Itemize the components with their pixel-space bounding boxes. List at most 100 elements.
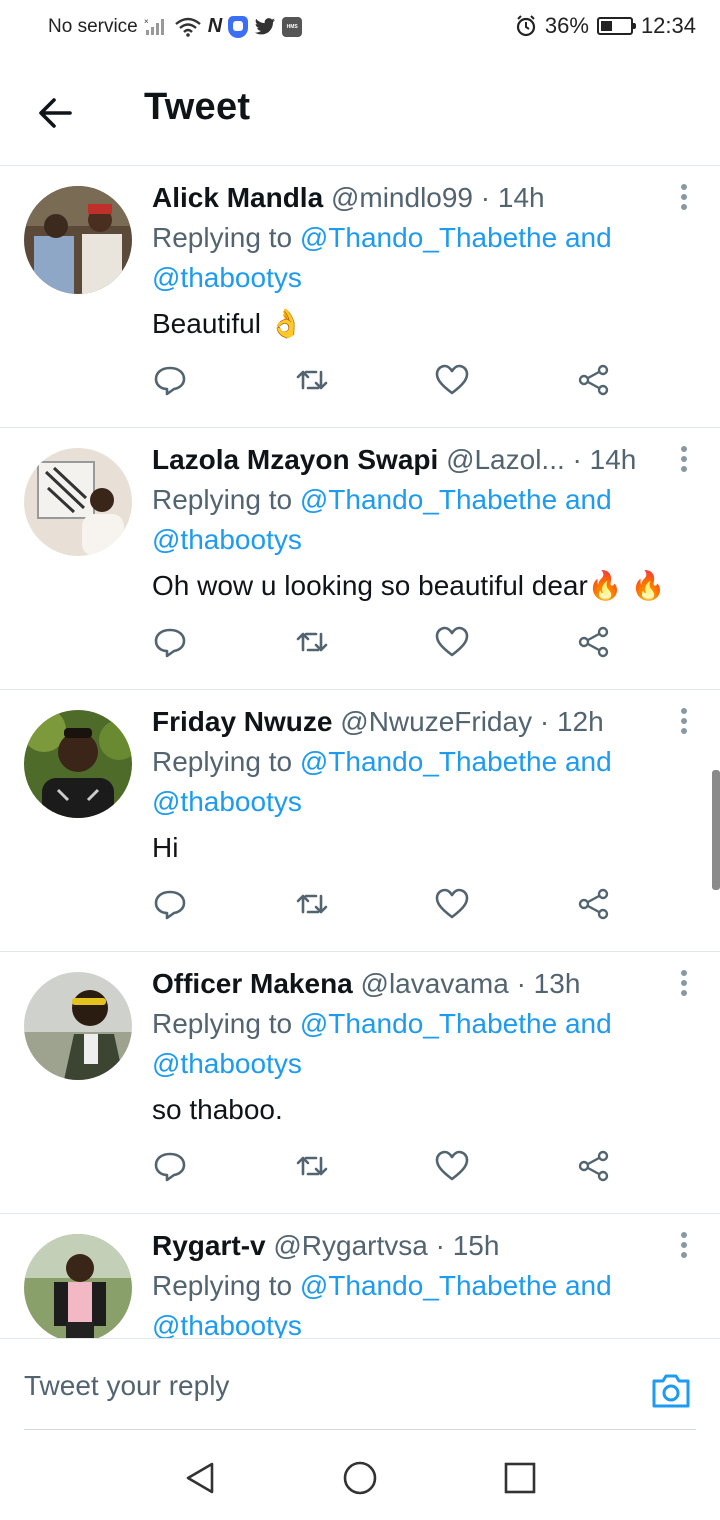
like-heart-icon[interactable] bbox=[434, 886, 474, 926]
display-name[interactable]: Lazola Mzayon Swapi bbox=[152, 444, 438, 475]
tweet-header: Alick Mandla @mindlo99 · 14h bbox=[152, 180, 656, 216]
avatar[interactable] bbox=[24, 1234, 132, 1338]
tweet-item[interactable]: Friday Nwuze @NwuzeFriday · 12h Replying… bbox=[0, 690, 720, 952]
tweet-body: Lazola Mzayon Swapi @Lazol... · 14h Repl… bbox=[152, 442, 700, 604]
share-icon[interactable] bbox=[576, 362, 616, 402]
nav-back-icon[interactable] bbox=[182, 1460, 218, 1496]
twitter-bird-icon bbox=[255, 17, 276, 34]
display-name[interactable]: Officer Makena bbox=[152, 968, 353, 999]
mention-link[interactable]: @thabootys bbox=[152, 524, 302, 555]
nav-recents-icon[interactable] bbox=[502, 1460, 538, 1496]
signal-icon: × bbox=[144, 17, 164, 35]
tweet-item[interactable]: Lazola Mzayon Swapi @Lazol... · 14h Repl… bbox=[0, 428, 720, 690]
tweet-actions bbox=[152, 624, 632, 664]
more-options-icon[interactable] bbox=[680, 970, 688, 998]
avatar[interactable] bbox=[24, 710, 132, 818]
and-link[interactable]: and bbox=[565, 1270, 612, 1301]
share-icon[interactable] bbox=[576, 1148, 616, 1188]
tweet-text: so thaboo. bbox=[152, 1094, 283, 1125]
display-name[interactable]: Alick Mandla bbox=[152, 182, 323, 213]
mention-link[interactable]: @thabootys bbox=[152, 1048, 302, 1079]
like-heart-icon[interactable] bbox=[434, 624, 474, 664]
user-handle[interactable]: @Lazol... bbox=[446, 444, 565, 475]
scrollbar[interactable] bbox=[712, 770, 720, 890]
user-handle[interactable]: @mindlo99 bbox=[331, 182, 473, 213]
and-link[interactable]: and bbox=[565, 1008, 612, 1039]
alarm-icon bbox=[516, 15, 535, 37]
more-options-icon[interactable] bbox=[680, 1232, 688, 1260]
like-heart-icon[interactable] bbox=[434, 362, 474, 402]
reply-icon[interactable] bbox=[152, 886, 192, 926]
page-title: Tweet bbox=[144, 86, 251, 128]
mention-link[interactable]: @thabootys bbox=[152, 786, 302, 817]
more-options-icon[interactable] bbox=[680, 184, 688, 212]
mention-link[interactable]: @Thando_Thabethe bbox=[300, 1008, 557, 1039]
tweet-body: Officer Makena @lavavama · 13h Replying … bbox=[152, 966, 700, 1128]
vpn-shield-icon bbox=[228, 15, 249, 38]
more-options-icon[interactable] bbox=[680, 446, 688, 474]
svg-text:×: × bbox=[144, 17, 149, 26]
like-heart-icon[interactable] bbox=[434, 1148, 474, 1188]
tweet-body: Friday Nwuze @NwuzeFriday · 12h Replying… bbox=[152, 704, 700, 866]
battery-percent: 36% bbox=[544, 13, 589, 38]
top-app-bar: Tweet bbox=[0, 56, 720, 166]
retweet-icon[interactable] bbox=[294, 886, 334, 926]
tweet-actions bbox=[152, 362, 632, 402]
carrier-label: No service bbox=[48, 15, 138, 37]
more-options-icon[interactable] bbox=[680, 708, 688, 736]
clock: 12:34 bbox=[640, 13, 696, 38]
tweet-time: · 14h bbox=[480, 182, 545, 213]
and-link[interactable]: and bbox=[565, 484, 612, 515]
system-nav-bar bbox=[0, 1430, 720, 1520]
retweet-icon[interactable] bbox=[294, 624, 334, 664]
tweet-body: Alick Mandla @mindlo99 · 14h Replying to… bbox=[152, 180, 700, 342]
tweet-header: Rygart-v @Rygartvsa · 15h bbox=[152, 1228, 656, 1264]
tweet-item[interactable]: Rygart-v @Rygartvsa · 15h Replying to @T… bbox=[0, 1214, 720, 1338]
reply-composer bbox=[0, 1338, 720, 1430]
replying-to: Replying to @Thando_Thabethe and @thaboo… bbox=[152, 480, 700, 560]
share-icon[interactable] bbox=[576, 886, 616, 926]
user-handle[interactable]: @Rygartvsa bbox=[273, 1230, 427, 1261]
tweet-time: · 14h bbox=[572, 444, 637, 475]
reply-icon[interactable] bbox=[152, 362, 192, 402]
tweet-actions bbox=[152, 1148, 632, 1188]
replying-to: Replying to @Thando_Thabethe and @thaboo… bbox=[152, 218, 700, 298]
battery-icon bbox=[596, 17, 636, 35]
avatar[interactable] bbox=[24, 186, 132, 294]
mention-link[interactable]: @Thando_Thabethe bbox=[300, 746, 557, 777]
avatar[interactable] bbox=[24, 448, 132, 556]
tweet-body: Rygart-v @Rygartvsa · 15h Replying to @T… bbox=[152, 1228, 700, 1338]
reply-input[interactable] bbox=[24, 1365, 604, 1407]
back-arrow-icon[interactable] bbox=[30, 88, 80, 138]
reply-icon[interactable] bbox=[152, 624, 192, 664]
mention-link[interactable]: @Thando_Thabethe bbox=[300, 1270, 557, 1301]
status-left: No service × N HMS bbox=[48, 15, 303, 38]
display-name[interactable]: Rygart-v bbox=[152, 1230, 266, 1261]
display-name[interactable]: Friday Nwuze bbox=[152, 706, 332, 737]
mention-link[interactable]: @thabootys bbox=[152, 262, 302, 293]
user-handle[interactable]: @NwuzeFriday bbox=[340, 706, 532, 737]
camera-icon[interactable] bbox=[650, 1371, 692, 1411]
reply-icon[interactable] bbox=[152, 1148, 192, 1188]
tweet-time: · 13h bbox=[516, 968, 581, 999]
replying-prefix: Replying to bbox=[152, 484, 293, 515]
tweet-header: Friday Nwuze @NwuzeFriday · 12h bbox=[152, 704, 656, 740]
and-link[interactable]: and bbox=[565, 222, 612, 253]
replying-to: Replying to @Thando_Thabethe and @thaboo… bbox=[152, 1266, 700, 1338]
user-handle[interactable]: @lavavama bbox=[361, 968, 509, 999]
replying-to: Replying to @Thando_Thabethe and @thaboo… bbox=[152, 1004, 700, 1084]
share-icon[interactable] bbox=[576, 624, 616, 664]
tweet-text: Oh wow u looking so beautiful dear🔥 🔥 bbox=[152, 570, 666, 601]
mention-link[interactable]: @Thando_Thabethe bbox=[300, 484, 557, 515]
and-link[interactable]: and bbox=[565, 746, 612, 777]
retweet-icon[interactable] bbox=[294, 362, 334, 402]
retweet-icon[interactable] bbox=[294, 1148, 334, 1188]
tweet-item[interactable]: Alick Mandla @mindlo99 · 14h Replying to… bbox=[0, 166, 720, 428]
tweet-item[interactable]: Officer Makena @lavavama · 13h Replying … bbox=[0, 952, 720, 1214]
nav-home-icon[interactable] bbox=[342, 1460, 378, 1496]
mention-link[interactable]: @Thando_Thabethe bbox=[300, 222, 557, 253]
avatar[interactable] bbox=[24, 972, 132, 1080]
mention-link[interactable]: @thabootys bbox=[152, 1310, 302, 1338]
replying-to: Replying to @Thando_Thabethe and @thaboo… bbox=[152, 742, 700, 822]
replying-prefix: Replying to bbox=[152, 1008, 293, 1039]
